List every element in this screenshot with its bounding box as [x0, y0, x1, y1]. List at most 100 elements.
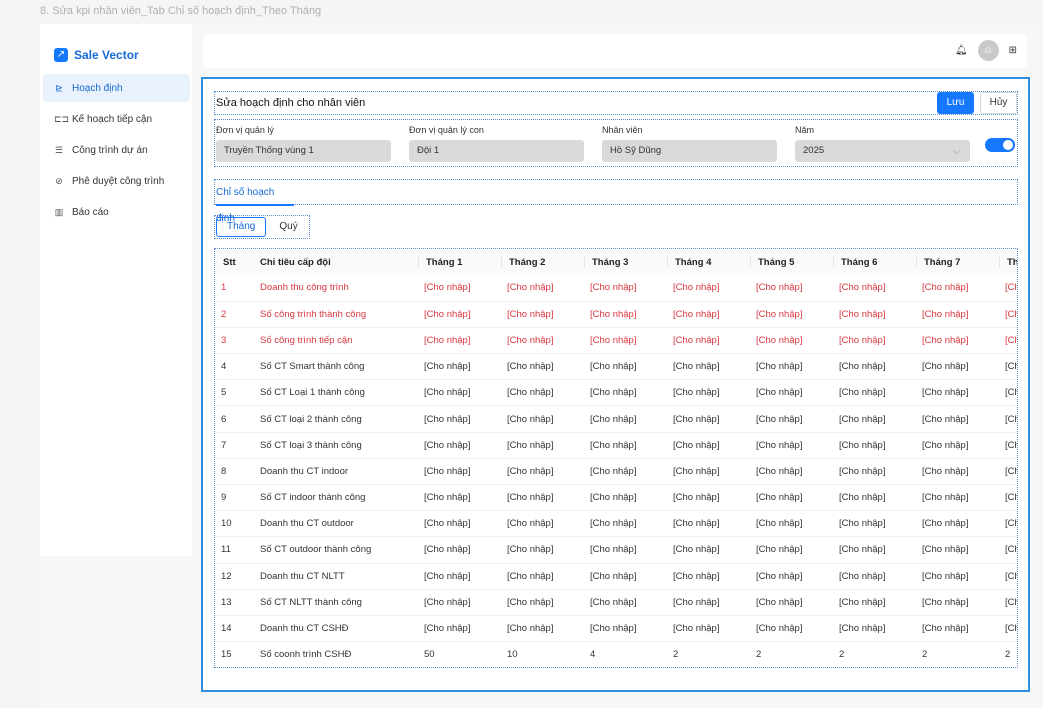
month-value-cell[interactable]: [Cho nhập]: [750, 405, 833, 433]
month-value-cell[interactable]: [Cho nhập]: [833, 275, 916, 302]
month-value-cell[interactable]: [Cho nhập]: [916, 327, 999, 355]
month-value-cell[interactable]: [Cho nhập]: [584, 563, 667, 590]
month-value-cell[interactable]: [Cho nhập]: [501, 405, 584, 433]
month-value-cell[interactable]: [Cho nhập]: [750, 432, 833, 459]
month-value-cell[interactable]: [Cho nhập]: [916, 432, 999, 459]
month-value-cell[interactable]: [Cho nhập]: [750, 536, 833, 564]
month-value-cell[interactable]: 2: [750, 641, 833, 667]
month-value-cell[interactable]: [Cho nhập]: [584, 301, 667, 328]
month-value-cell[interactable]: [Cho nhập]: [501, 536, 584, 564]
month-value-cell[interactable]: 2: [667, 641, 750, 667]
month-value-cell[interactable]: [Cho nhập]: [999, 379, 1017, 407]
month-value-cell[interactable]: [Cho nhập]: [501, 458, 584, 486]
month-value-cell[interactable]: [Cho nhập]: [667, 275, 750, 302]
month-value-cell[interactable]: [Cho nhập]: [750, 615, 833, 643]
month-value-cell[interactable]: [Cho nhập]: [418, 510, 501, 538]
month-value-cell[interactable]: [Cho nhập]: [501, 589, 584, 616]
month-value-cell[interactable]: [Cho nhập]: [916, 353, 999, 381]
month-value-cell[interactable]: [Cho nhập]: [667, 379, 750, 407]
sidebar-item-hoach-dinh[interactable]: ⊵ Hoạch định: [43, 74, 190, 102]
month-value-cell[interactable]: [Cho nhập]: [750, 589, 833, 616]
month-value-cell[interactable]: [Cho nhập]: [418, 379, 501, 407]
month-value-cell[interactable]: [Cho nhập]: [418, 615, 501, 643]
month-value-cell[interactable]: [Cho nhập]: [667, 301, 750, 328]
month-value-cell[interactable]: [Cho nhập]: [501, 510, 584, 538]
period-month-button[interactable]: Tháng: [216, 217, 267, 237]
month-value-cell[interactable]: [Cho nhập]: [501, 563, 584, 590]
month-value-cell[interactable]: [Cho nhập]: [750, 353, 833, 381]
month-value-cell[interactable]: 2: [916, 641, 999, 667]
month-value-cell[interactable]: [Cho nhập]: [418, 536, 501, 564]
month-value-cell[interactable]: [Cho nhập]: [999, 615, 1017, 643]
month-value-cell[interactable]: [Cho nhập]: [999, 536, 1017, 564]
month-value-cell[interactable]: [Cho nhập]: [584, 536, 667, 564]
month-value-cell[interactable]: [Cho nhập]: [584, 379, 667, 407]
month-value-cell[interactable]: [Cho nhập]: [501, 484, 584, 512]
month-value-cell[interactable]: [Cho nhập]: [999, 589, 1017, 616]
sidebar-item-phe-duyet-cong-trinh[interactable]: ⊘ Phê duyệt công trình: [43, 167, 190, 195]
month-value-cell[interactable]: [Cho nhập]: [750, 327, 833, 355]
month-value-cell[interactable]: [Cho nhập]: [584, 589, 667, 616]
month-value-cell[interactable]: [Cho nhập]: [916, 536, 999, 564]
month-value-cell[interactable]: [Cho nhập]: [999, 353, 1017, 381]
month-value-cell[interactable]: [Cho nhập]: [833, 563, 916, 590]
toggle-switch[interactable]: [985, 138, 1015, 152]
month-value-cell[interactable]: [Cho nhập]: [501, 432, 584, 459]
month-value-cell[interactable]: [Cho nhập]: [916, 275, 999, 302]
month-value-cell[interactable]: [Cho nhập]: [418, 327, 501, 355]
month-value-cell[interactable]: [Cho nhập]: [833, 484, 916, 512]
month-value-cell[interactable]: [Cho nhập]: [501, 301, 584, 328]
apps-grid-icon[interactable]: ⊞: [1009, 45, 1017, 56]
save-button[interactable]: Lưu: [937, 92, 974, 114]
month-value-cell[interactable]: [Cho nhập]: [667, 484, 750, 512]
month-value-cell[interactable]: 10: [501, 641, 584, 667]
month-value-cell[interactable]: [Cho nhập]: [999, 275, 1017, 302]
month-value-cell[interactable]: [Cho nhập]: [999, 432, 1017, 459]
month-value-cell[interactable]: [Cho nhập]: [667, 563, 750, 590]
avatar[interactable]: ⍝: [977, 40, 999, 61]
month-value-cell[interactable]: [Cho nhập]: [750, 379, 833, 407]
brand[interactable]: ↗ Sale Vector: [40, 24, 192, 68]
month-value-cell[interactable]: 4: [584, 641, 667, 667]
sub-unit-input[interactable]: Đội 1: [409, 140, 584, 162]
month-value-cell[interactable]: [Cho nhập]: [833, 301, 916, 328]
month-value-cell[interactable]: [Cho nhập]: [667, 405, 750, 433]
month-value-cell[interactable]: [Cho nhập]: [418, 563, 501, 590]
month-value-cell[interactable]: [Cho nhập]: [916, 484, 999, 512]
month-value-cell[interactable]: [Cho nhập]: [750, 301, 833, 328]
month-value-cell[interactable]: [Cho nhập]: [750, 458, 833, 486]
month-value-cell[interactable]: [Cho nhập]: [418, 484, 501, 512]
month-value-cell[interactable]: [Cho nhập]: [999, 405, 1017, 433]
month-value-cell[interactable]: [Cho nhập]: [584, 432, 667, 459]
month-value-cell[interactable]: [Cho nhập]: [418, 432, 501, 459]
month-value-cell[interactable]: [Cho nhập]: [501, 379, 584, 407]
month-value-cell[interactable]: [Cho nhập]: [750, 563, 833, 590]
month-value-cell[interactable]: [Cho nhập]: [833, 405, 916, 433]
month-value-cell[interactable]: [Cho nhập]: [833, 536, 916, 564]
month-value-cell[interactable]: [Cho nhập]: [750, 275, 833, 302]
month-value-cell[interactable]: [Cho nhập]: [584, 510, 667, 538]
month-value-cell[interactable]: [Cho nhập]: [667, 589, 750, 616]
month-value-cell[interactable]: [Cho nhập]: [916, 563, 999, 590]
month-value-cell[interactable]: [Cho nhập]: [916, 458, 999, 486]
unit-input[interactable]: Truyền Thống vùng 1: [216, 140, 391, 162]
month-value-cell[interactable]: [Cho nhập]: [584, 405, 667, 433]
month-value-cell[interactable]: [Cho nhập]: [999, 563, 1017, 590]
month-value-cell[interactable]: [Cho nhập]: [916, 379, 999, 407]
employee-input[interactable]: Hồ Sỹ Dũng: [602, 140, 777, 162]
month-value-cell[interactable]: [Cho nhập]: [584, 458, 667, 486]
month-value-cell[interactable]: [Cho nhập]: [916, 589, 999, 616]
month-value-cell[interactable]: [Cho nhập]: [584, 353, 667, 381]
month-value-cell[interactable]: 2: [999, 641, 1017, 667]
sidebar-item-cong-trinh-du-an[interactable]: ☰ Công trình dự án: [43, 136, 190, 164]
month-value-cell[interactable]: [Cho nhập]: [916, 615, 999, 643]
month-value-cell[interactable]: [Cho nhập]: [501, 353, 584, 381]
month-value-cell[interactable]: [Cho nhập]: [418, 275, 501, 302]
cancel-button[interactable]: Hủy: [980, 92, 1017, 114]
month-value-cell[interactable]: [Cho nhập]: [667, 458, 750, 486]
sidebar-item-bao-cao[interactable]: ▥ Báo cáo: [43, 198, 190, 226]
month-value-cell[interactable]: [Cho nhập]: [833, 589, 916, 616]
month-value-cell[interactable]: [Cho nhập]: [916, 301, 999, 328]
month-value-cell[interactable]: [Cho nhập]: [999, 327, 1017, 355]
month-value-cell[interactable]: [Cho nhập]: [418, 458, 501, 486]
